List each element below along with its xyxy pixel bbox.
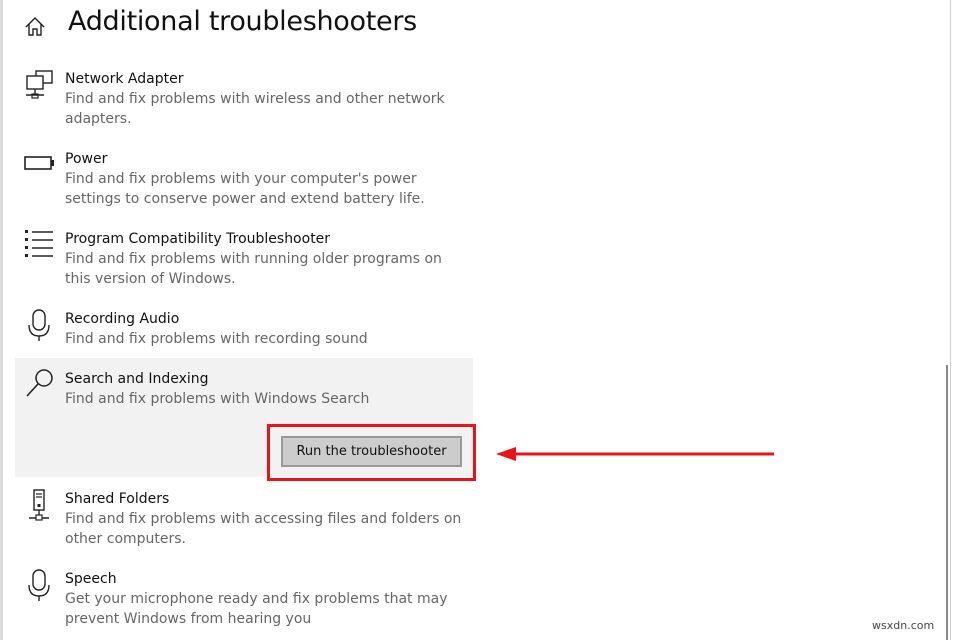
item-title: Power	[65, 151, 108, 167]
item-description: Find and fix problems with accessing fil…	[65, 511, 462, 547]
item-title: Program Compatibility Troubleshooter	[65, 231, 331, 247]
troubleshooter-recording-audio[interactable]: Recording Audio Find and fix problems wi…	[15, 309, 473, 354]
item-title: Shared Folders	[65, 491, 170, 507]
item-description: Find and fix problems with recording sou…	[65, 331, 368, 347]
scrollbar-thumb[interactable]	[946, 365, 948, 640]
page-title: Additional troubleshooters	[68, 6, 417, 37]
troubleshooter-power[interactable]: Power Find and fix problems with your co…	[15, 149, 473, 209]
microphone-icon	[28, 309, 50, 341]
item-description: Find and fix problems with your computer…	[65, 171, 425, 207]
network-adapter-icon	[26, 70, 53, 99]
item-description: Get your microphone ready and fix proble…	[65, 591, 448, 627]
troubleshooter-network-adapter[interactable]: Network Adapter Find and fix problems wi…	[15, 69, 473, 129]
shared-folders-icon	[29, 489, 49, 521]
troubleshooter-shared-folders[interactable]: Shared Folders Find and fix problems wit…	[15, 489, 473, 549]
search-icon	[26, 369, 53, 397]
troubleshooter-search-and-indexing[interactable]: Search and Indexing Find and fix problem…	[15, 369, 473, 414]
annotation-arrow-icon	[496, 447, 774, 461]
item-description: Find and fix problems with running older…	[65, 251, 442, 287]
troubleshooter-program-compatibility[interactable]: Program Compatibility Troubleshooter Fin…	[15, 229, 473, 289]
troubleshooter-speech[interactable]: Speech Get your microphone ready and fix…	[15, 569, 473, 629]
item-title: Speech	[65, 571, 117, 587]
microphone-icon	[28, 569, 50, 601]
right-edge	[950, 0, 951, 640]
run-troubleshooter-button[interactable]: Run the troubleshooter	[281, 436, 462, 467]
list-icon	[25, 230, 53, 257]
item-title: Network Adapter	[65, 71, 184, 87]
battery-icon	[24, 156, 54, 170]
item-title: Search and Indexing	[65, 371, 209, 387]
item-description: Find and fix problems with Windows Searc…	[65, 391, 370, 407]
item-title: Recording Audio	[65, 311, 180, 327]
home-icon[interactable]	[22, 14, 48, 40]
item-description: Find and fix problems with wireless and …	[65, 91, 445, 127]
watermark: wsxdn.com	[872, 619, 935, 632]
left-edge	[0, 0, 3, 640]
